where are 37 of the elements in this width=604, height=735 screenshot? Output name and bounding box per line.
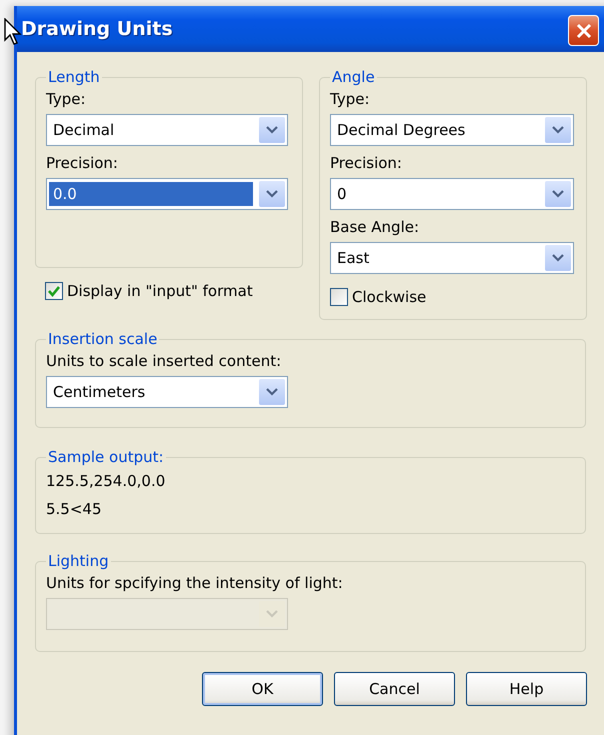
dropdown[interactable]: East: [330, 242, 574, 274]
dropdown[interactable]: Decimal Degrees: [330, 114, 574, 146]
dropdown-value: 0: [336, 184, 348, 205]
dropdown[interactable]: Decimal: [46, 114, 288, 146]
dialog-button[interactable]: Help: [466, 672, 587, 706]
field-label: Type:: [330, 90, 371, 108]
dropdown[interactable]: 0.0: [46, 178, 288, 210]
dialog-button[interactable]: OK: [202, 672, 323, 706]
group-title: Sample output:: [47, 448, 165, 466]
checkbox-label: Clockwise: [352, 288, 426, 306]
field-label: Type:: [46, 90, 87, 108]
field-label: Precision:: [330, 154, 403, 172]
group-title: Insertion scale: [47, 330, 158, 348]
close-button[interactable]: [568, 15, 599, 46]
sample-output-text: 5.5<45: [46, 500, 103, 518]
sample-output-text: 125.5,254.0,0.0: [46, 472, 166, 490]
group-title: Length: [47, 68, 101, 86]
checkbox[interactable]: [330, 288, 348, 306]
field-label: Units for spcifying the intensity of light:: [46, 574, 344, 592]
field-label: Base Angle:: [330, 218, 420, 236]
group-title: Angle: [331, 68, 376, 86]
checkbox[interactable]: [45, 282, 63, 300]
dropdown-value: Decimal: [52, 120, 116, 141]
dialog-button[interactable]: Cancel: [334, 672, 455, 706]
mouse-pointer-icon: [4, 18, 22, 46]
dropdown-value: Decimal Degrees: [336, 120, 466, 141]
window-title: Drawing Units: [21, 18, 173, 40]
dropdown[interactable]: 0: [330, 178, 574, 210]
dropdown-value: 0.0: [49, 182, 253, 206]
dropdown-value: East: [336, 248, 370, 269]
close-icon: [576, 22, 592, 38]
field-label: Units to scale inserted content:: [46, 352, 282, 370]
dropdown-value: Centimeters: [52, 382, 146, 403]
group-title: Lighting: [47, 552, 110, 570]
field-label: Precision:: [46, 154, 119, 172]
dropdown[interactable]: Centimeters: [46, 376, 288, 408]
checkbox-label: Display in "input" format: [67, 282, 253, 300]
